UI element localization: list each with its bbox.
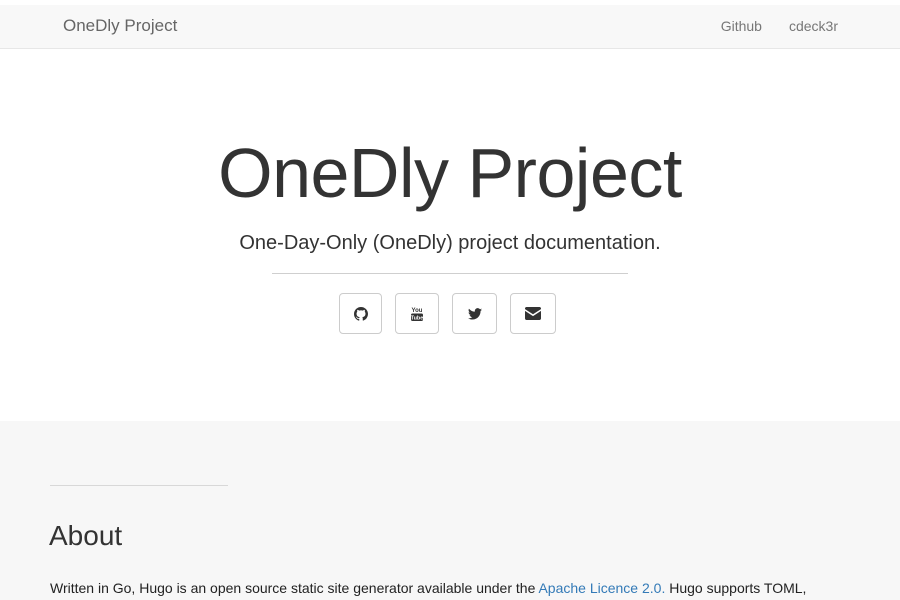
email-button[interactable] bbox=[510, 293, 556, 334]
apache-licence-link[interactable]: Apache Licence 2.0. bbox=[538, 580, 665, 596]
about-section: About Written in Go, Hugo is an open sou… bbox=[0, 421, 900, 600]
about-text-after: Hugo supports TOML, bbox=[665, 580, 807, 596]
nav-link-github[interactable]: Github bbox=[721, 17, 762, 35]
about-text-before: Written in Go, Hugo is an open source st… bbox=[50, 580, 539, 596]
envelope-icon bbox=[525, 307, 541, 320]
page: OneDly Project Github cdeck3r OneDly Pro… bbox=[0, 0, 900, 600]
svg-text:Tube: Tube bbox=[411, 315, 424, 321]
about-divider bbox=[50, 485, 228, 486]
nav-links: Github cdeck3r bbox=[721, 17, 838, 35]
social-buttons: You Tube bbox=[339, 293, 556, 334]
github-button[interactable] bbox=[339, 293, 382, 334]
youtube-icon: You Tube bbox=[410, 306, 424, 322]
github-icon bbox=[353, 306, 368, 321]
hero-title: OneDly Project bbox=[218, 134, 682, 212]
hero-section: OneDly Project One-Day-Only (OneDly) pro… bbox=[0, 49, 900, 421]
twitter-icon bbox=[467, 307, 482, 320]
nav-link-cdeck3r[interactable]: cdeck3r bbox=[789, 17, 838, 35]
navbar: OneDly Project Github cdeck3r bbox=[0, 5, 900, 49]
hero-subtitle: One-Day-Only (OneDly) project documentat… bbox=[239, 232, 661, 254]
hero-divider bbox=[272, 273, 628, 274]
twitter-button[interactable] bbox=[452, 293, 497, 334]
brand-link[interactable]: OneDly Project bbox=[63, 16, 177, 36]
about-text: Written in Go, Hugo is an open source st… bbox=[50, 578, 850, 598]
youtube-button[interactable]: You Tube bbox=[395, 293, 439, 334]
svg-text:You: You bbox=[412, 308, 423, 314]
about-title: About bbox=[49, 520, 123, 551]
